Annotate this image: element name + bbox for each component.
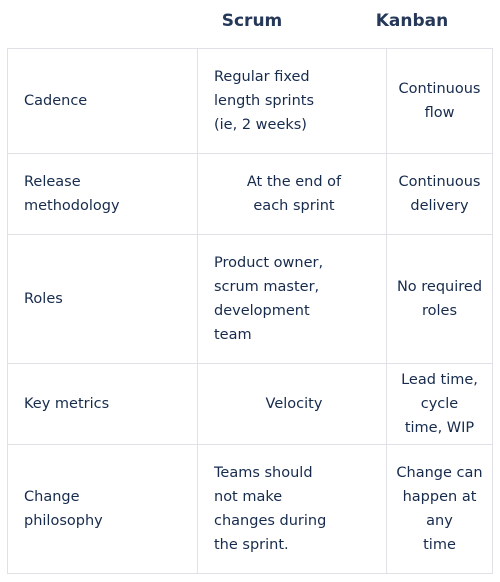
- row-label: Cadence: [7, 48, 198, 154]
- row-label: Change philosophy: [7, 444, 198, 574]
- table-row-roles: Roles Product owner, scrum master, devel…: [7, 234, 493, 364]
- scrum-cell: At the end of each sprint: [197, 153, 387, 235]
- cell-line: time: [423, 537, 456, 553]
- cell-line: delivery: [410, 198, 469, 214]
- table-row-release-methodology: Release methodology At the end of each s…: [7, 153, 493, 235]
- kanban-cell: Continuous delivery: [386, 153, 493, 235]
- cell-line: Product owner,: [214, 255, 324, 271]
- row-label-text: Roles: [24, 291, 63, 307]
- row-label: Key metrics: [7, 363, 198, 445]
- table-row-cadence: Cadence Regular fixed length sprints (ie…: [7, 48, 493, 154]
- scrum-cell: Product owner, scrum master, development…: [197, 234, 387, 364]
- cell-line: No required: [396, 279, 483, 295]
- table-row-key-metrics: Key metrics Velocity Lead time, cycle ti…: [7, 363, 493, 445]
- row-label-line: methodology: [24, 198, 120, 214]
- cell-line: (ie, 2 weeks): [214, 117, 307, 133]
- scrum-cell: Regular fixed length sprints (ie, 2 week…: [197, 48, 387, 154]
- cell-line: At the end of: [246, 174, 342, 190]
- column-header-scrum: Scrum: [221, 11, 283, 31]
- row-label-text: Key metrics: [24, 396, 110, 412]
- scrum-cell: Teams should not make changes during the…: [197, 444, 387, 574]
- comparison-table: Cadence Regular fixed length sprints (ie…: [7, 48, 493, 574]
- cell-line: not make: [214, 489, 283, 505]
- cell-line: scrum master,: [214, 279, 320, 295]
- cell-line: the sprint.: [214, 537, 289, 553]
- scrum-cell: Velocity: [197, 363, 387, 445]
- kanban-cell: No required roles: [386, 234, 493, 364]
- cell-line: each sprint: [253, 198, 335, 214]
- cell-line: Continuous: [398, 174, 481, 190]
- row-label: Roles: [7, 234, 198, 364]
- cell-line: roles: [421, 303, 458, 319]
- cell-line: development: [214, 303, 310, 319]
- cell-line: Change can: [396, 465, 483, 481]
- row-label-text: Cadence: [24, 93, 88, 109]
- row-label-line: Change: [24, 489, 80, 505]
- cell-line: changes during: [214, 513, 327, 529]
- table-row-change-philosophy: Change philosophy Teams should not make …: [7, 444, 493, 574]
- kanban-cell: Lead time, cycle time, WIP: [386, 363, 493, 445]
- kanban-cell: Continuous flow: [386, 48, 493, 154]
- cell-line: happen at any: [402, 489, 477, 529]
- column-header-kanban: Kanban: [375, 11, 449, 31]
- cell-line: team: [214, 327, 252, 343]
- table-header: Scrum Kanban: [0, 0, 500, 48]
- cell-line: length sprints: [214, 93, 315, 109]
- cell-line: Teams should: [214, 465, 313, 481]
- row-label-line: Release: [24, 174, 81, 190]
- row-label-line: philosophy: [24, 513, 103, 529]
- cell-line: Velocity: [265, 396, 323, 412]
- kanban-cell: Change can happen at any time: [386, 444, 493, 574]
- cell-line: time, WIP: [404, 420, 475, 436]
- row-label: Release methodology: [7, 153, 198, 235]
- cell-line: Regular fixed: [214, 69, 310, 85]
- cell-line: Lead time, cycle: [401, 372, 478, 412]
- cell-line: Continuous flow: [398, 81, 481, 121]
